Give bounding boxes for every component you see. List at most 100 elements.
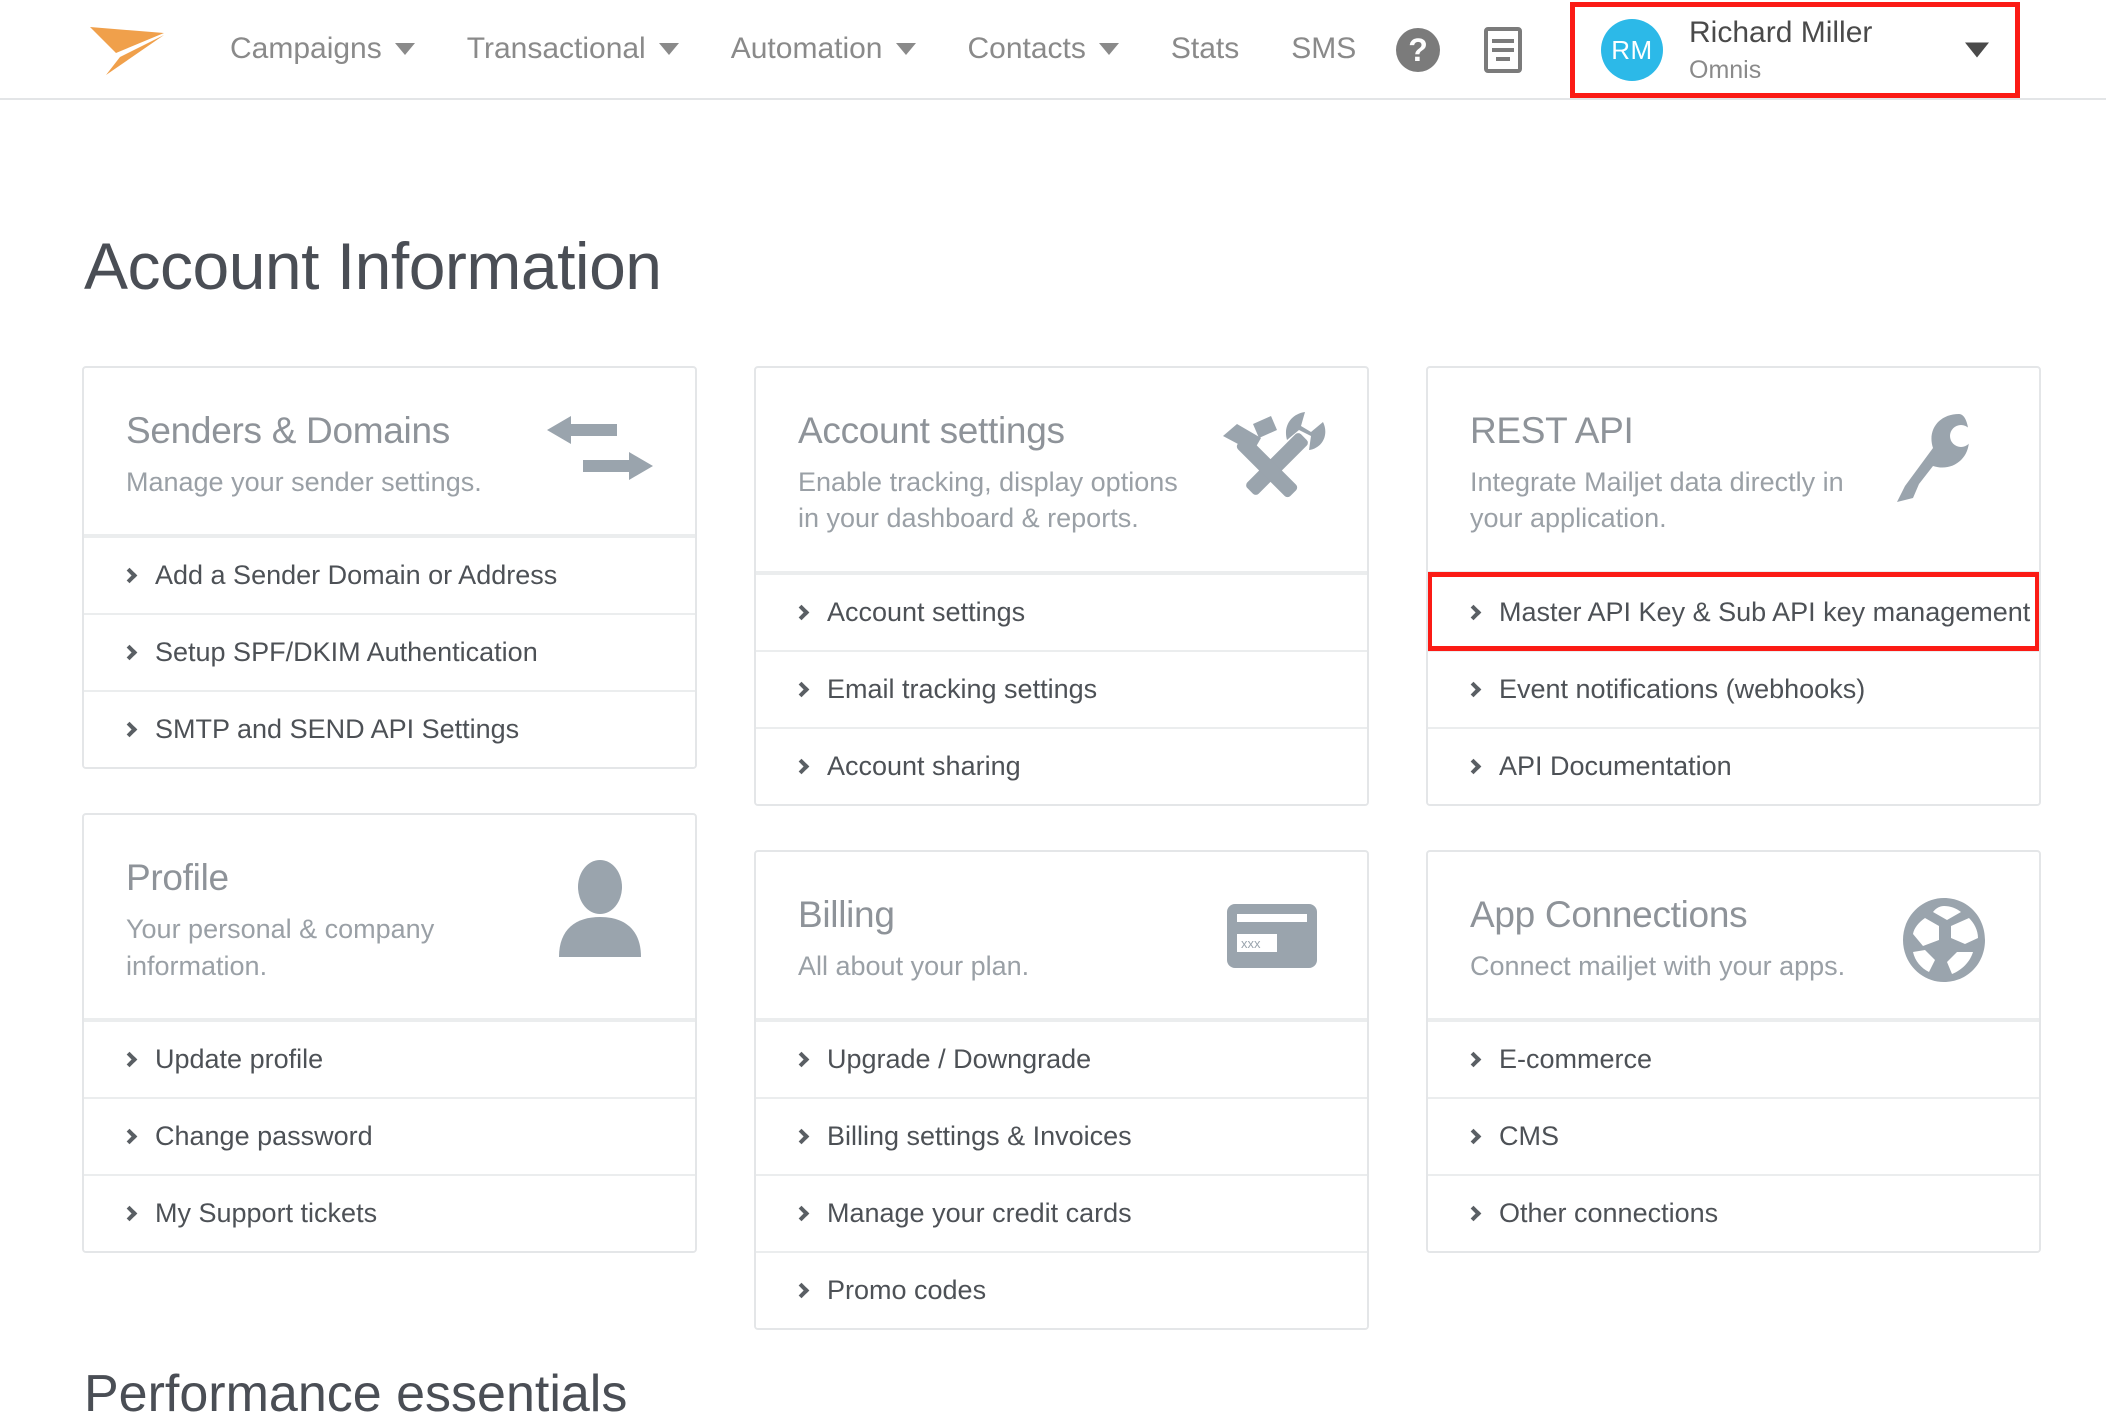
- user-organization: Omnis: [1689, 55, 1872, 86]
- credit-card-icon: xxx: [1217, 894, 1327, 994]
- nav-item-transactional[interactable]: Transactional: [441, 32, 705, 66]
- link-setup-spf-dkim[interactable]: Setup SPF/DKIM Authentication: [84, 613, 695, 690]
- link-smtp-send-api-settings[interactable]: SMTP and SEND API Settings: [84, 690, 695, 767]
- link-label: Upgrade / Downgrade: [827, 1044, 1091, 1075]
- link-manage-credit-cards[interactable]: Manage your credit cards: [756, 1174, 1367, 1251]
- chevron-right-icon: [122, 1052, 138, 1068]
- mailjet-arrow-logo[interactable]: [86, 19, 168, 79]
- chevron-right-icon: [122, 722, 138, 738]
- card-subtitle: Integrate Mailjet data directly in your …: [1470, 464, 1870, 537]
- card-subtitle: Manage your sender settings.: [126, 464, 526, 500]
- chevron-right-icon: [794, 1283, 810, 1299]
- chevron-right-icon: [794, 605, 810, 621]
- chevron-right-icon: [1466, 682, 1482, 698]
- user-info: Richard Miller Omnis: [1689, 14, 1872, 86]
- link-billing-settings-invoices[interactable]: Billing settings & Invoices: [756, 1097, 1367, 1174]
- nav-label-contacts: Contacts: [968, 32, 1086, 66]
- nav-label-campaigns: Campaigns: [230, 32, 382, 66]
- link-my-support-tickets[interactable]: My Support tickets: [84, 1174, 695, 1251]
- card-subtitle: Your personal & company information.: [126, 911, 526, 984]
- link-label: Change password: [155, 1121, 373, 1152]
- hammer-wrench-icon: [1217, 410, 1327, 510]
- link-cms[interactable]: CMS: [1428, 1097, 2039, 1174]
- card-account-settings: Account settings Enable tracking, displa…: [754, 366, 1369, 806]
- cut-off-section-heading: Performance essentials: [84, 1364, 627, 1424]
- nav-item-sms[interactable]: SMS: [1265, 32, 1382, 66]
- link-add-sender-domain[interactable]: Add a Sender Domain or Address: [84, 536, 695, 613]
- link-label: Billing settings & Invoices: [827, 1121, 1132, 1152]
- doc-line: [1492, 39, 1514, 43]
- chevron-right-icon: [794, 682, 810, 698]
- link-label: Other connections: [1499, 1198, 1718, 1229]
- link-label: Setup SPF/DKIM Authentication: [155, 637, 538, 668]
- grid-column-1: Senders & Domains Manage your sender set…: [82, 366, 697, 1253]
- nav-item-automation[interactable]: Automation: [705, 32, 942, 66]
- chevron-right-icon: [1466, 759, 1482, 775]
- user-name: Richard Miller: [1689, 14, 1872, 52]
- link-upgrade-downgrade[interactable]: Upgrade / Downgrade: [756, 1020, 1367, 1097]
- nav-item-stats[interactable]: Stats: [1145, 32, 1265, 66]
- link-change-password[interactable]: Change password: [84, 1097, 695, 1174]
- link-e-commerce[interactable]: E-commerce: [1428, 1020, 2039, 1097]
- chevron-right-icon: [1466, 1129, 1482, 1145]
- doc-line: [1492, 48, 1514, 52]
- chevron-right-icon: [122, 645, 138, 661]
- nav-label-stats: Stats: [1171, 32, 1239, 66]
- top-navigation-bar: Campaigns Transactional Automation Conta…: [0, 0, 2106, 100]
- nav-item-contacts[interactable]: Contacts: [942, 32, 1145, 66]
- chevron-right-icon: [794, 1052, 810, 1068]
- chevron-right-icon: [794, 1206, 810, 1222]
- user-account-menu[interactable]: RM Richard Miller Omnis: [1570, 2, 2020, 98]
- card-header: REST API Integrate Mailjet data directly…: [1428, 368, 2039, 573]
- link-label: Master API Key & Sub API key management: [1499, 597, 2030, 628]
- link-api-documentation[interactable]: API Documentation: [1428, 727, 2039, 804]
- chevron-down-icon: [896, 43, 916, 55]
- chevron-down-icon: [1099, 43, 1119, 55]
- question-mark-glyph: ?: [1408, 32, 1428, 69]
- chevron-right-icon: [794, 759, 810, 775]
- card-subtitle: Enable tracking, display options in your…: [798, 464, 1198, 537]
- link-label: Update profile: [155, 1044, 323, 1075]
- top-bar-right-cluster: ? RM Richard Miller Omnis: [1396, 0, 2106, 100]
- nav-label-automation: Automation: [731, 32, 883, 66]
- link-label: API Documentation: [1499, 751, 1732, 782]
- link-label: E-commerce: [1499, 1044, 1652, 1075]
- link-label: CMS: [1499, 1121, 1559, 1152]
- link-account-sharing[interactable]: Account sharing: [756, 727, 1367, 804]
- card-billing: Billing All about your plan. xxx Upgrade…: [754, 850, 1369, 1330]
- chevron-right-icon: [122, 1129, 138, 1145]
- link-promo-codes[interactable]: Promo codes: [756, 1251, 1367, 1328]
- link-label: My Support tickets: [155, 1198, 377, 1229]
- chevron-down-icon[interactable]: [1965, 43, 1989, 58]
- link-account-settings[interactable]: Account settings: [756, 573, 1367, 650]
- link-other-connections[interactable]: Other connections: [1428, 1174, 2039, 1251]
- main-nav: Campaigns Transactional Automation Conta…: [204, 32, 1382, 66]
- key-icon: [1889, 410, 1999, 510]
- link-label: Promo codes: [827, 1275, 986, 1306]
- svg-text:xxx: xxx: [1241, 936, 1261, 951]
- document-icon[interactable]: [1484, 27, 1522, 73]
- chevron-right-icon: [794, 1129, 810, 1145]
- card-header: Account settings Enable tracking, displa…: [756, 368, 1367, 573]
- link-label: Account sharing: [827, 751, 1021, 782]
- link-update-profile[interactable]: Update profile: [84, 1020, 695, 1097]
- card-header: Profile Your personal & company informat…: [84, 815, 695, 1020]
- nav-label-sms: SMS: [1291, 32, 1356, 66]
- card-header: App Connections Connect mailjet with you…: [1428, 852, 2039, 1020]
- chevron-down-icon: [395, 43, 415, 55]
- nav-item-campaigns[interactable]: Campaigns: [204, 32, 441, 66]
- chevron-down-icon: [659, 43, 679, 55]
- card-senders-and-domains: Senders & Domains Manage your sender set…: [82, 366, 697, 769]
- user-silhouette-icon: [545, 857, 655, 957]
- globe-network-icon: [1889, 894, 1999, 994]
- question-mark-icon[interactable]: ?: [1396, 28, 1440, 72]
- link-email-tracking-settings[interactable]: Email tracking settings: [756, 650, 1367, 727]
- page-title: Account Information: [84, 228, 2106, 304]
- link-master-api-key-management[interactable]: Master API Key & Sub API key management: [1428, 573, 2039, 650]
- link-label: Event notifications (webhooks): [1499, 674, 1865, 705]
- link-label: Account settings: [827, 597, 1025, 628]
- link-label: SMTP and SEND API Settings: [155, 714, 519, 745]
- link-label: Email tracking settings: [827, 674, 1097, 705]
- link-event-notifications-webhooks[interactable]: Event notifications (webhooks): [1428, 650, 2039, 727]
- chevron-right-icon: [122, 1206, 138, 1222]
